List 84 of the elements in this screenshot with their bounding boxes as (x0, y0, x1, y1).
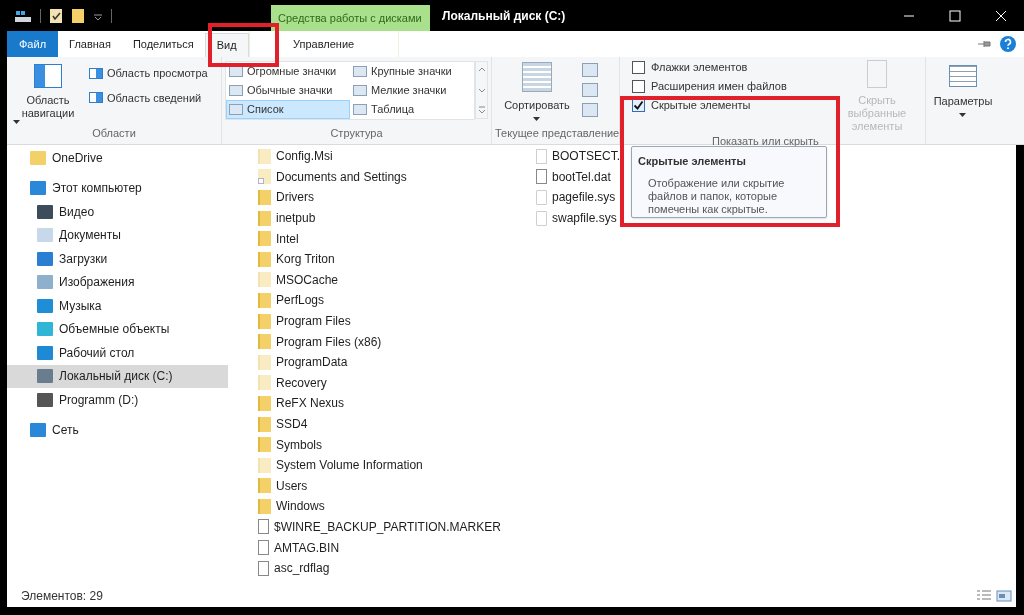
file-item[interactable]: ReFX Nexus (250, 393, 347, 414)
file-item[interactable]: ProgramData (250, 351, 350, 373)
sidebar-item[interactable]: Загрузки (7, 247, 228, 271)
caret-icon (13, 120, 20, 124)
file-item[interactable]: asc_rdflag (250, 557, 332, 579)
layout-option[interactable]: Мелкие значки (350, 81, 474, 100)
layout-option[interactable]: Огромные значки (226, 62, 350, 81)
file-item[interactable]: Drivers (250, 187, 316, 208)
sidebar-item[interactable]: Рабочий стол (7, 341, 228, 365)
file-item[interactable]: Recovery (250, 372, 329, 394)
pane-icon (89, 67, 103, 79)
pin-icon[interactable] (978, 39, 992, 49)
options-button[interactable]: Параметры (933, 93, 993, 117)
checkbox[interactable]: Скрытые элементы (632, 98, 751, 113)
file-item[interactable]: bootTel.dat (528, 166, 613, 188)
sort-icon (522, 62, 552, 92)
maximize-icon (949, 9, 961, 22)
layout-option[interactable]: Таблица (350, 100, 474, 119)
context-tab-title: Средства работы с дисками (271, 5, 430, 31)
close-icon (995, 9, 1007, 22)
sidebar-item[interactable]: Объемные объекты (7, 317, 228, 341)
sidebar-item[interactable]: Локальный диск (C:) (7, 364, 228, 388)
pane-button[interactable]: Область просмотра (107, 65, 208, 82)
file-item[interactable]: Config.Msi (250, 146, 335, 167)
file-item[interactable]: System Volume Information (250, 454, 425, 476)
group-label: Текущее представление (495, 125, 620, 141)
tooltip-text: Отображение или скрытие файлов и папок, которые помечены как скрытые. (647, 175, 786, 216)
file-item[interactable]: pagefile.sys (528, 187, 618, 208)
navigation-pane-button[interactable]: Область навигации (13, 94, 83, 124)
file-item[interactable]: swapfile.sys (528, 207, 619, 229)
details-view-icon[interactable] (976, 589, 992, 603)
window-title: Локальный диск (C:) (441, 7, 567, 25)
sidebar-item[interactable]: OneDrive (7, 146, 228, 170)
file-item[interactable]: Program Files (250, 310, 353, 332)
file-item[interactable]: inetpub (250, 207, 318, 229)
highlight-frame (208, 23, 279, 67)
ribbon-tab[interactable]: Файл (7, 31, 59, 57)
sidebar-item[interactable]: Этот компьютер (7, 176, 228, 200)
sort-button[interactable]: Сортировать (504, 97, 570, 121)
properties-icon[interactable] (49, 7, 63, 24)
file-item[interactable]: Korg Triton (250, 248, 337, 270)
file-item[interactable]: Users (250, 475, 310, 497)
options-icon (949, 65, 977, 87)
file-item[interactable]: Intel (250, 228, 301, 249)
caret-icon (959, 112, 967, 117)
file-item[interactable]: Program Files (x86) (250, 331, 384, 352)
large-icons-view-icon[interactable] (996, 589, 1012, 603)
sidebar-item[interactable]: Музыка (7, 294, 228, 318)
ribbon-tab[interactable]: Вид (204, 33, 249, 57)
file-item[interactable]: Documents and Settings (250, 166, 409, 188)
sidebar-item[interactable]: Сеть (7, 418, 228, 442)
caret-icon (533, 116, 541, 121)
sidebar-item[interactable]: Документы (7, 223, 228, 247)
tooltip-title: Скрытые элементы (638, 154, 747, 169)
file-item[interactable]: MSOCache (250, 269, 341, 291)
help-icon[interactable] (1000, 36, 1016, 52)
layout-option[interactable]: Список (226, 100, 350, 119)
file-item[interactable]: AMTAG.BIN (250, 537, 342, 558)
checkmark-icon (633, 100, 644, 111)
folder-icon[interactable] (71, 7, 85, 24)
checkbox[interactable]: Расширения имен файлов (632, 79, 787, 94)
sidebar-item[interactable]: Изображения (7, 270, 228, 294)
navigation-pane-icon (34, 64, 62, 88)
pane-icon (89, 92, 103, 104)
layout-option[interactable]: Обычные значки (226, 81, 350, 100)
file-item[interactable]: $WINRE_BACKUP_PARTITION.MARKER (250, 516, 503, 538)
checkbox[interactable]: Флажки элементов (632, 60, 748, 75)
file-item[interactable]: Windows (250, 496, 327, 517)
file-item[interactable]: BOOTSECT. (528, 146, 622, 167)
file-item[interactable]: SSD4 (250, 413, 310, 435)
file-item[interactable]: Symbols (250, 434, 324, 455)
status-text: Элементов: 29 (21, 588, 103, 605)
ribbon-tab[interactable]: Управление (248, 31, 399, 57)
group-label: Области (92, 125, 136, 141)
sidebar-item[interactable]: Programm (D:) (7, 388, 228, 412)
file-item[interactable]: PerfLogs (250, 290, 327, 311)
ribbon-tab[interactable]: Поделиться (121, 31, 205, 57)
group-label: Структура (330, 125, 383, 141)
group-label: Показать или скрыть (712, 134, 819, 149)
layout-option[interactable]: Крупные значки (350, 62, 474, 81)
pane-button[interactable]: Область сведений (107, 89, 202, 106)
gallery-scroll-icon[interactable] (477, 65, 486, 115)
sidebar-item[interactable]: Видео (7, 200, 228, 224)
ribbon-tab[interactable]: Главная (58, 31, 122, 57)
